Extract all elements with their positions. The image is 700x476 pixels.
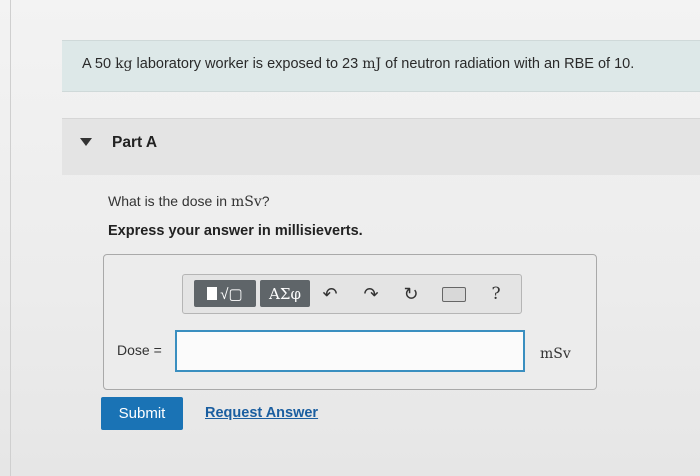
reset-icon[interactable]: ↻	[398, 282, 424, 306]
keyboard-shape	[442, 286, 466, 302]
question-unit: mSv	[230, 194, 262, 210]
request-answer-link[interactable]: Request Answer	[205, 405, 318, 421]
problem-text-end: of neutron radiation with an RBE of 10.	[385, 56, 635, 72]
greek-symbols-button[interactable]: ΑΣφ	[260, 280, 310, 307]
left-divider	[10, 0, 11, 476]
problem-statement: A 50 kg laboratory worker is exposed to …	[62, 40, 700, 92]
undo-icon[interactable]: ↶	[317, 282, 343, 306]
question-text: What is the dose in mSv?	[108, 193, 270, 210]
problem-text-middle: laboratory worker is exposed to 23	[136, 56, 359, 72]
page: A 50 kg laboratory worker is exposed to …	[0, 0, 700, 476]
part-title: Part A	[112, 134, 158, 151]
dose-label: Dose =	[117, 342, 162, 358]
problem-text: A 50 kg laboratory worker is exposed to …	[82, 56, 634, 72]
redo-icon[interactable]: ↷	[358, 282, 384, 306]
instruction-text: Express your answer in millisieverts.	[108, 223, 363, 239]
energy-unit: mJ	[362, 56, 382, 72]
math-toolbar: √▢ ΑΣφ ↶ ↷ ↻ ?	[182, 274, 522, 314]
mass-unit: kg	[115, 56, 133, 72]
question-suffix: ?	[261, 193, 270, 209]
part-a-header[interactable]: Part A	[62, 118, 700, 175]
help-icon[interactable]: ?	[483, 282, 509, 306]
caret-down-icon[interactable]	[80, 138, 92, 146]
dose-input[interactable]	[175, 330, 525, 372]
radical-icon: √▢	[220, 285, 243, 303]
answer-unit: mSv	[540, 346, 571, 362]
keyboard-icon[interactable]	[441, 282, 467, 306]
templates-button[interactable]: √▢	[194, 280, 256, 307]
template-square-icon	[207, 287, 218, 300]
submit-button[interactable]: Submit	[101, 397, 183, 430]
question-prompt: What is the dose in	[108, 193, 228, 209]
problem-text-start: A 50	[82, 56, 112, 72]
